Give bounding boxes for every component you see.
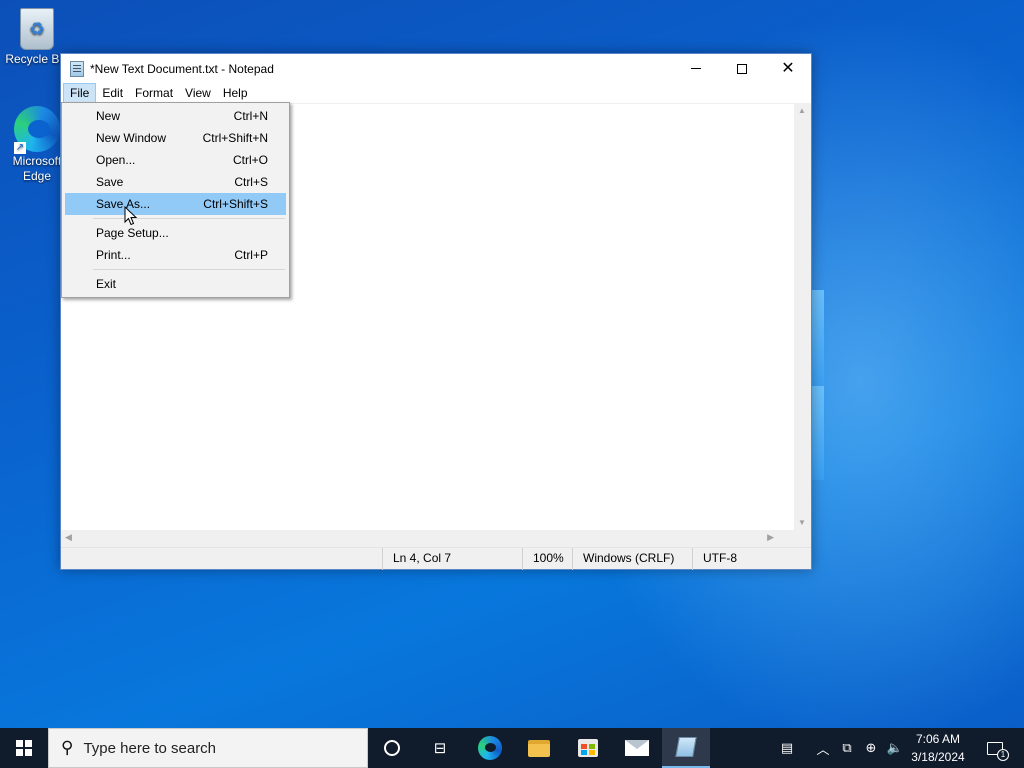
news-icon: ▤ (780, 740, 794, 755)
mouse-cursor-icon (124, 206, 138, 226)
menu-separator (93, 218, 285, 219)
volume-muted-icon: 🔈 (886, 740, 904, 755)
meet-icon: ⧉ (842, 740, 852, 755)
cortana-icon (384, 740, 400, 756)
taskbar-notepad[interactable] (662, 728, 710, 768)
cortana-button[interactable] (368, 728, 416, 768)
menu-item-exit[interactable]: Exit (65, 273, 286, 295)
title-bar[interactable]: *New Text Document.txt - Notepad ✕ (61, 54, 811, 83)
taskbar: ⚲ Type here to search ⊟ ▤ ︿ ⧉ ⊕ 🔈 7:06 A… (0, 728, 1024, 768)
tray-volume-button[interactable]: 🔈 (884, 728, 906, 768)
taskbar-search-box[interactable]: ⚲ Type here to search (48, 728, 368, 768)
taskbar-edge[interactable] (466, 728, 514, 768)
menu-item-save[interactable]: Save Ctrl+S (65, 171, 286, 193)
menu-bar: File Edit Format View Help (61, 83, 811, 103)
status-line-ending: Windows (CRLF) (572, 548, 692, 570)
tray-network-button[interactable]: ⊕ (860, 728, 882, 768)
windows-logo-icon (16, 740, 32, 756)
clock-time: 7:06 AM (915, 732, 961, 746)
minimize-button[interactable] (673, 54, 719, 83)
action-center-button[interactable]: 1 (980, 728, 1010, 768)
tray-meet-button[interactable]: ⧉ (836, 728, 858, 768)
search-placeholder: Type here to search (83, 739, 217, 757)
shortcut-arrow-icon: ↗ (14, 142, 26, 154)
menu-item-print[interactable]: Print... Ctrl+P (65, 244, 286, 266)
file-menu-dropdown: New Ctrl+N New Window Ctrl+Shift+N Open.… (61, 102, 290, 298)
taskbar-mail[interactable] (613, 728, 661, 768)
menu-item-new[interactable]: New Ctrl+N (65, 105, 286, 127)
status-cursor-position: Ln 4, Col 7 (382, 548, 522, 570)
notepad-icon (70, 60, 84, 77)
notification-count-badge: 1 (997, 748, 1009, 761)
search-icon: ⚲ (61, 738, 74, 757)
clock-date: 3/18/2024 (911, 750, 965, 764)
close-button[interactable]: ✕ (765, 54, 811, 83)
store-icon (578, 739, 598, 757)
chevron-up-icon: ︿ (816, 741, 830, 757)
status-encoding: UTF-8 (692, 548, 811, 570)
taskbar-store[interactable] (564, 728, 612, 768)
menu-edit[interactable]: Edit (96, 83, 129, 103)
menu-format[interactable]: Format (129, 83, 179, 103)
scrollbar-corner (794, 530, 811, 547)
status-zoom: 100% (522, 548, 572, 570)
network-globe-icon: ⊕ (865, 740, 877, 755)
mail-icon (625, 740, 649, 756)
task-view-button[interactable]: ⊟ (416, 728, 464, 768)
news-widget-button[interactable]: ▤ (772, 728, 802, 768)
start-button[interactable] (0, 728, 48, 768)
vertical-scrollbar[interactable]: ▲ ▼ (794, 103, 811, 530)
taskbar-file-explorer[interactable] (515, 728, 563, 768)
menu-item-new-window[interactable]: New Window Ctrl+Shift+N (65, 127, 286, 149)
taskbar-clock[interactable]: 7:06 AM 3/18/2024 (906, 730, 970, 766)
menu-help[interactable]: Help (217, 83, 254, 103)
menu-item-open[interactable]: Open... Ctrl+O (65, 149, 286, 171)
scroll-down-icon[interactable]: ▼ (798, 518, 806, 527)
menu-item-page-setup[interactable]: Page Setup... (65, 222, 286, 244)
scroll-up-icon[interactable]: ▲ (798, 106, 806, 115)
status-bar: Ln 4, Col 7 100% Windows (CRLF) UTF-8 (61, 547, 811, 570)
desktop-icon-label: Microsoft Edge (12, 154, 62, 183)
maximize-button[interactable] (719, 54, 765, 83)
task-view-icon: ⊟ (433, 740, 447, 757)
menu-separator (93, 269, 285, 270)
file-explorer-icon (528, 739, 550, 757)
menu-view[interactable]: View (179, 83, 217, 103)
scroll-right-icon[interactable]: ▶ (767, 532, 774, 543)
edge-icon: ↗ (14, 106, 60, 154)
horizontal-scrollbar[interactable]: ◀ ▶ (61, 530, 794, 547)
menu-file[interactable]: File (63, 83, 97, 103)
menu-item-save-as[interactable]: Save As... Ctrl+Shift+S (65, 193, 286, 215)
window-title: *New Text Document.txt - Notepad (90, 61, 274, 76)
edge-icon (478, 736, 502, 760)
maximize-icon (737, 63, 747, 74)
tray-overflow-button[interactable]: ︿ (812, 728, 834, 768)
minimize-icon (691, 68, 701, 69)
notification-icon: 1 (987, 741, 1009, 761)
scroll-left-icon[interactable]: ◀ (65, 532, 72, 543)
close-icon: ✕ (781, 59, 795, 77)
recycle-bin-icon (20, 8, 54, 50)
notepad-icon (675, 737, 697, 757)
